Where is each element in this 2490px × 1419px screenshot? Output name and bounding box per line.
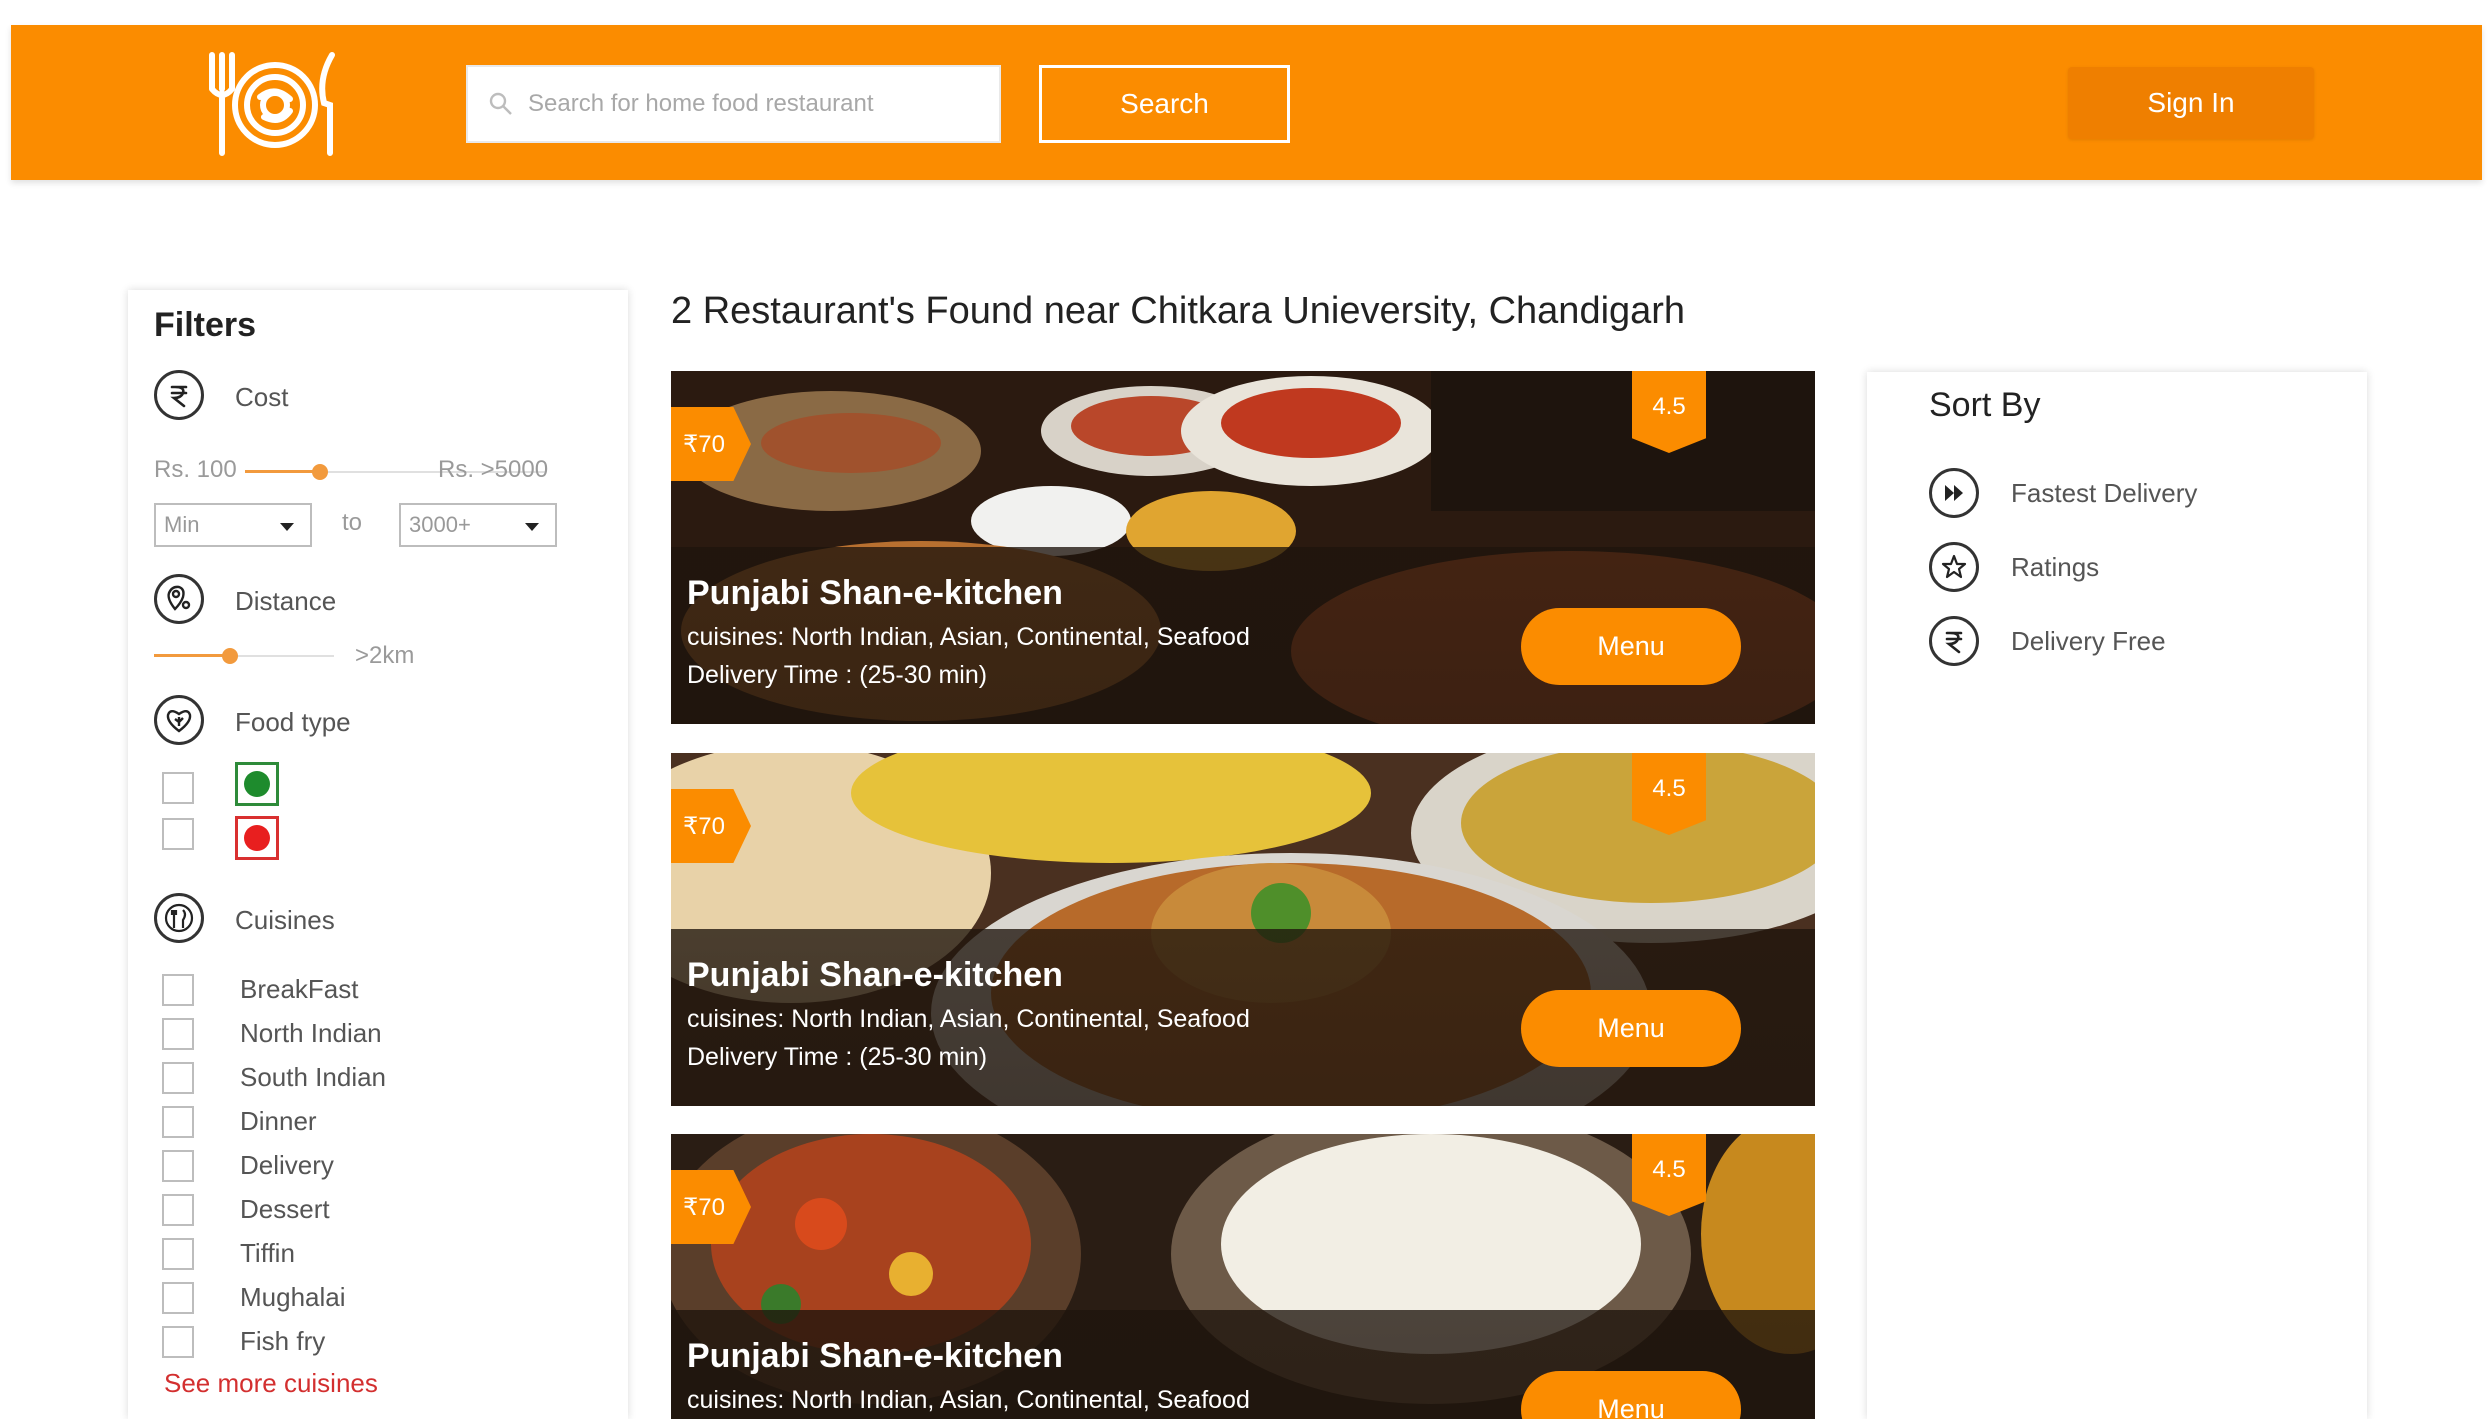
cost-min-value: Min	[164, 512, 200, 537]
restaurant-card[interactable]: ₹70 4.5 Punjabi Shan-e-kitchen cuisines:…	[671, 1134, 1815, 1419]
cuisine-checkbox[interactable]	[162, 1194, 194, 1226]
cuisine-option[interactable]: South Indian	[162, 1060, 462, 1096]
cuisine-option-label: South Indian	[240, 1062, 387, 1092]
distance-value: >2km	[355, 642, 415, 669]
results-title: 2 Restaurant's Found near Chitkara Uniev…	[671, 290, 1686, 332]
cutlery-icon	[154, 893, 204, 943]
cost-max-select[interactable]: 3000+	[399, 503, 557, 547]
cost-slider-fill	[245, 470, 320, 473]
cuisine-checkbox[interactable]	[162, 1150, 194, 1182]
sort-option-delivery-free[interactable]: Delivery Free	[1929, 616, 2349, 668]
rating-badge: 4.5	[1632, 371, 1706, 453]
search-input[interactable]	[528, 90, 988, 118]
cuisine-checkbox[interactable]	[162, 974, 194, 1006]
sort-option-label: Fastest Delivery	[2011, 478, 2198, 508]
distance-slider-handle[interactable]	[222, 648, 238, 664]
restaurant-card[interactable]: ₹70 4.5 Punjabi Shan-e-kitchen cuisines:…	[671, 753, 1815, 1106]
cuisine-checkbox[interactable]	[162, 1326, 194, 1358]
menu-button[interactable]: Menu	[1521, 1371, 1741, 1419]
veg-symbol-icon	[235, 762, 279, 806]
cuisine-option-label: Tiffin	[240, 1238, 295, 1268]
logo-icon[interactable]	[200, 49, 350, 159]
cuisine-option[interactable]: Fish fry	[162, 1324, 462, 1360]
rating-badge: 4.5	[1632, 1134, 1706, 1216]
sort-title: Sort By	[1929, 386, 2041, 424]
cuisine-option[interactable]: Dinner	[162, 1104, 462, 1140]
rating-badge: 4.5	[1632, 753, 1706, 835]
sort-option-label: Delivery Free	[2011, 626, 2166, 656]
cost-max-label: Rs. >5000	[438, 456, 549, 483]
cuisine-checkbox[interactable]	[162, 1062, 194, 1094]
restaurant-card[interactable]: ₹70 4.5 Punjabi Shan-e-kitchen cuisines:…	[671, 371, 1815, 724]
sort-option-fastest-delivery[interactable]: Fastest Delivery	[1929, 468, 2349, 520]
cost-slider-handle[interactable]	[312, 464, 328, 480]
sort-panel: Sort By Fastest Delivery Ratings Deliver…	[1867, 372, 2367, 1419]
cuisine-option[interactable]: Mughalai	[162, 1280, 462, 1316]
rupee-icon	[154, 370, 204, 420]
fast-forward-icon	[1929, 468, 1979, 518]
cuisine-option[interactable]: North Indian	[162, 1016, 462, 1052]
cuisine-checkbox[interactable]	[162, 1238, 194, 1270]
filters-title: Filters	[154, 306, 257, 344]
cuisine-option[interactable]: Tiffin	[162, 1236, 462, 1272]
menu-button[interactable]: Menu	[1521, 608, 1741, 685]
sign-in-button[interactable]: Sign In	[2068, 67, 2314, 139]
cuisine-checkbox[interactable]	[162, 1282, 194, 1314]
star-icon	[1929, 542, 1979, 592]
sort-option-ratings[interactable]: Ratings	[1929, 542, 2349, 594]
restaurant-name[interactable]: Punjabi Shan-e-kitchen	[687, 1337, 1063, 1376]
search-icon	[489, 92, 512, 115]
filters-panel: Filters Cost Rs. 100 Rs. >5000 Min to 30…	[128, 290, 628, 1419]
cuisine-checkbox[interactable]	[162, 1106, 194, 1138]
top-header: Search Sign In	[11, 25, 2482, 180]
cuisine-option[interactable]: Delivery	[162, 1148, 462, 1184]
rupee-icon	[1929, 616, 1979, 666]
nonveg-symbol-icon	[235, 816, 279, 860]
cost-max-value: 3000+	[409, 512, 471, 537]
distance-label: Distance	[235, 586, 337, 616]
cuisine-option-label: Dessert	[240, 1194, 330, 1224]
delivery-time: Delivery Time : (25-30 min)	[687, 661, 988, 689]
cuisine-option[interactable]: Dessert	[162, 1192, 462, 1228]
cuisine-option-label: North Indian	[240, 1018, 382, 1048]
restaurant-name[interactable]: Punjabi Shan-e-kitchen	[687, 574, 1063, 613]
chevron-down-icon	[525, 523, 539, 531]
see-more-cuisines-link[interactable]: See more cuisines	[164, 1368, 378, 1399]
distance-slider-fill	[154, 654, 228, 657]
food-type-label: Food type	[235, 707, 351, 737]
restaurant-name[interactable]: Punjabi Shan-e-kitchen	[687, 956, 1063, 995]
restaurant-cuisines: cuisines: North Indian, Asian, Continent…	[687, 623, 1250, 651]
search-button[interactable]: Search	[1039, 65, 1290, 143]
nonveg-checkbox[interactable]	[162, 818, 194, 850]
restaurant-cuisines: cuisines: North Indian, Asian, Continent…	[687, 1386, 1250, 1414]
cuisine-option-label: BreakFast	[240, 974, 359, 1004]
cost-min-label: Rs. 100	[154, 456, 237, 483]
delivery-time: Delivery Time : (25-30 min)	[687, 1043, 988, 1071]
sort-option-label: Ratings	[2011, 552, 2100, 582]
leaf-heart-icon	[154, 695, 204, 745]
chevron-down-icon	[280, 523, 294, 531]
cuisine-option-label: Dinner	[240, 1106, 317, 1136]
cuisine-option-label: Fish fry	[240, 1326, 326, 1356]
location-pin-icon	[154, 574, 204, 624]
cuisine-option-label: Mughalai	[240, 1282, 346, 1312]
cuisine-checkbox[interactable]	[162, 1018, 194, 1050]
cuisine-option-label: Delivery	[240, 1150, 334, 1180]
menu-button[interactable]: Menu	[1521, 990, 1741, 1067]
restaurant-cuisines: cuisines: North Indian, Asian, Continent…	[687, 1005, 1250, 1033]
cost-to-label: to	[342, 509, 363, 536]
cuisine-option[interactable]: BreakFast	[162, 972, 462, 1008]
veg-checkbox[interactable]	[162, 772, 194, 804]
search-input-container[interactable]	[466, 65, 1001, 143]
cuisines-label: Cuisines	[235, 905, 335, 935]
cost-label: Cost	[235, 382, 289, 412]
cost-min-select[interactable]: Min	[154, 503, 312, 547]
